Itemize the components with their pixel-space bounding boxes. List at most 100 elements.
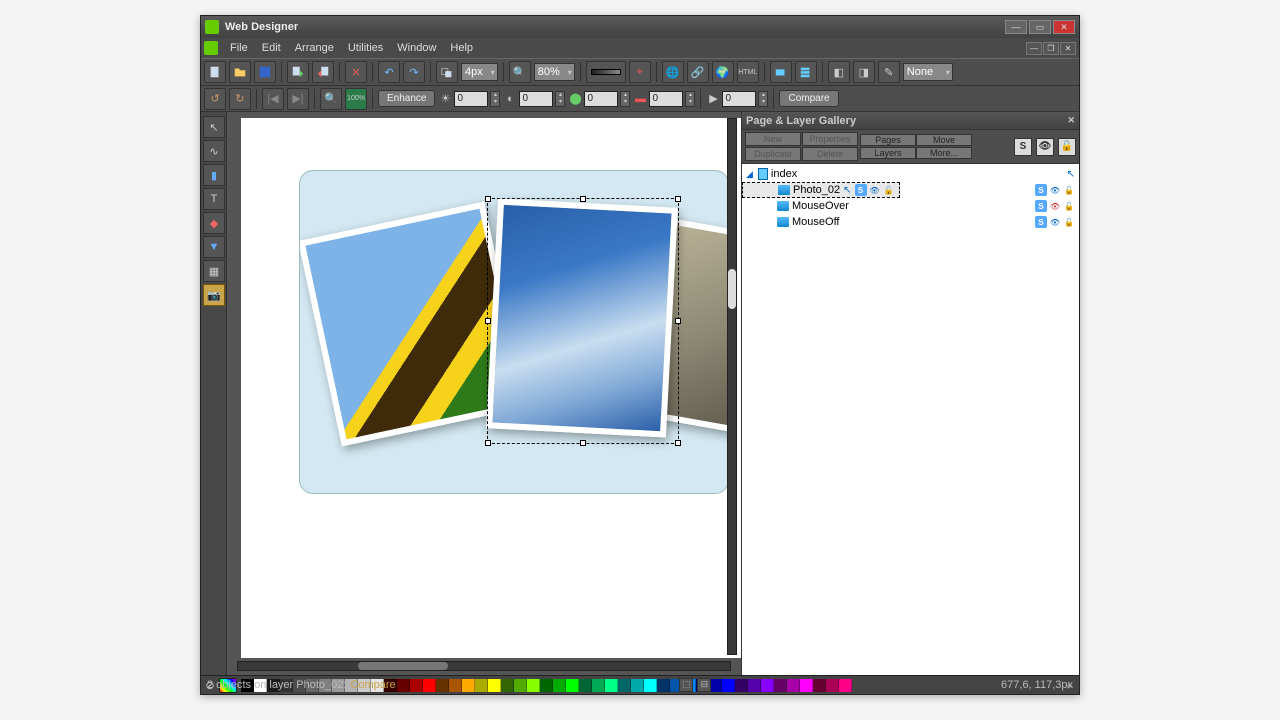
visible-badge[interactable]: 👁 xyxy=(1049,184,1061,196)
minimize-button[interactable]: — xyxy=(1005,20,1027,34)
new-file-button[interactable] xyxy=(204,61,226,83)
menu-window[interactable]: Window xyxy=(391,40,442,56)
zoom-select[interactable]: 80% xyxy=(534,63,575,81)
swatch[interactable] xyxy=(800,679,813,692)
blur-stepper[interactable]: ▴▾ xyxy=(758,91,768,107)
link-button[interactable]: 🔗 xyxy=(687,61,709,83)
actual-zoom-button[interactable]: 100% xyxy=(345,88,367,110)
names-select[interactable]: None xyxy=(903,63,953,81)
swatch[interactable] xyxy=(462,679,475,692)
selector-tool[interactable]: ↖ xyxy=(203,116,225,138)
close-button[interactable]: ✕ xyxy=(1053,20,1075,34)
move-fwd-button[interactable]: ◨ xyxy=(853,61,875,83)
hue-stepper[interactable]: ▴▾ xyxy=(685,91,695,107)
swatch[interactable] xyxy=(358,679,371,692)
swatch[interactable] xyxy=(397,679,410,692)
fit-zoom-button[interactable]: 🔍 xyxy=(320,88,342,110)
swatch[interactable] xyxy=(267,679,280,692)
lock-badge[interactable]: 🔓 xyxy=(1063,200,1075,212)
next-button[interactable]: ▶| xyxy=(287,88,309,110)
swatch[interactable] xyxy=(306,679,319,692)
rectangle-tool[interactable]: ▮ xyxy=(203,164,225,186)
rotate-left-button[interactable]: ↺ xyxy=(204,88,226,110)
swatch[interactable] xyxy=(345,679,358,692)
swatch[interactable] xyxy=(449,679,462,692)
solo-badge[interactable]: S xyxy=(1035,216,1047,228)
swatch[interactable] xyxy=(553,679,566,692)
visible-badge[interactable]: 👁 xyxy=(1049,200,1061,212)
doc-restore-button[interactable]: ❐ xyxy=(1043,42,1059,55)
freehand-tool[interactable]: ∿ xyxy=(203,140,225,162)
swatch[interactable] xyxy=(332,679,345,692)
status-live-drag-icon[interactable]: ⬚ xyxy=(679,678,693,692)
rotate-right-button[interactable]: ↻ xyxy=(229,88,251,110)
menu-edit[interactable]: Edit xyxy=(256,40,287,56)
swatch[interactable] xyxy=(657,679,670,692)
fill-tool[interactable]: ◆ xyxy=(203,212,225,234)
swatch[interactable] xyxy=(423,679,436,692)
gallery-move-button[interactable]: Move xyxy=(916,134,972,146)
swatch[interactable] xyxy=(527,679,540,692)
layer-row-Photo_01[interactable]: Photo_01S👁🔓 xyxy=(742,182,1079,198)
color-picker-icon[interactable] xyxy=(219,678,237,693)
swatch[interactable] xyxy=(644,679,657,692)
nudge-select[interactable]: 4px xyxy=(461,63,498,81)
solo-badge[interactable]: S xyxy=(1035,200,1047,212)
lock-badge[interactable]: 🔓 xyxy=(1063,184,1075,196)
swatch[interactable] xyxy=(826,679,839,692)
gallery-delete-button[interactable]: Delete xyxy=(802,147,858,161)
swatch[interactable] xyxy=(774,679,787,692)
menu-utilities[interactable]: Utilities xyxy=(342,40,389,56)
undo-button[interactable]: ↶ xyxy=(378,61,400,83)
gallery-more-button[interactable]: More... xyxy=(916,147,972,159)
layer-row-MouseOff[interactable]: MouseOffS👁🔓 xyxy=(742,214,1079,230)
swatch[interactable] xyxy=(618,679,631,692)
gallery-properties-button[interactable]: Properties xyxy=(802,132,858,146)
layers-all-button[interactable] xyxy=(795,61,817,83)
doc-close-button[interactable]: ✕ xyxy=(1060,42,1076,55)
gallery-new-button[interactable]: New xyxy=(745,132,801,146)
blur-input[interactable] xyxy=(722,91,756,107)
swatch[interactable] xyxy=(241,679,254,692)
maximize-button[interactable]: ▭ xyxy=(1029,20,1051,34)
canvas-page[interactable] xyxy=(241,118,741,658)
tree-page-index[interactable]: ◢ index ↖ xyxy=(742,166,1079,182)
swatch[interactable] xyxy=(813,679,826,692)
status-snap-icon[interactable]: ⊟ xyxy=(697,678,711,692)
hue-input[interactable] xyxy=(649,91,683,107)
quality-slider[interactable] xyxy=(586,61,626,83)
swatch[interactable] xyxy=(501,679,514,692)
gallery-header[interactable]: Page & Layer Gallery✕ xyxy=(742,112,1079,130)
shadow-tool[interactable]: ▼ xyxy=(203,236,225,258)
swatch[interactable] xyxy=(761,679,774,692)
photo-tool[interactable]: 📷 xyxy=(203,284,225,306)
doc-minimize-button[interactable]: — xyxy=(1026,42,1042,55)
brightness-stepper[interactable]: ▴▾ xyxy=(490,91,500,107)
export-web-button[interactable]: 🌍 xyxy=(712,61,734,83)
swatch[interactable] xyxy=(319,679,332,692)
enhance-button[interactable]: Enhance xyxy=(378,90,435,107)
swatch[interactable] xyxy=(475,679,488,692)
layer-row-MouseOver[interactable]: MouseOverS👁🔓 xyxy=(742,198,1079,214)
export-button[interactable] xyxy=(312,61,334,83)
swatch[interactable] xyxy=(384,679,397,692)
snap-button[interactable]: ⌖ xyxy=(629,61,651,83)
saturation-stepper[interactable]: ▴▾ xyxy=(620,91,630,107)
swatch[interactable] xyxy=(514,679,527,692)
swatch[interactable] xyxy=(371,679,384,692)
menu-help[interactable]: Help xyxy=(444,40,479,56)
nudge-icon[interactable] xyxy=(436,61,458,83)
save-button[interactable] xyxy=(254,61,276,83)
zoom-icon[interactable]: 🔍 xyxy=(509,61,531,83)
gallery-solo-icon[interactable]: S xyxy=(1014,138,1032,156)
brightness-input[interactable] xyxy=(454,91,488,107)
swatch[interactable] xyxy=(631,679,644,692)
swatch[interactable] xyxy=(280,679,293,692)
names-button[interactable]: ✎ xyxy=(878,61,900,83)
photo-sky[interactable] xyxy=(486,198,678,437)
menu-arrange[interactable]: Arrange xyxy=(289,40,340,56)
canvas-area[interactable] xyxy=(227,112,741,675)
swatch[interactable] xyxy=(566,679,579,692)
import-button[interactable] xyxy=(287,61,309,83)
swatch[interactable] xyxy=(787,679,800,692)
